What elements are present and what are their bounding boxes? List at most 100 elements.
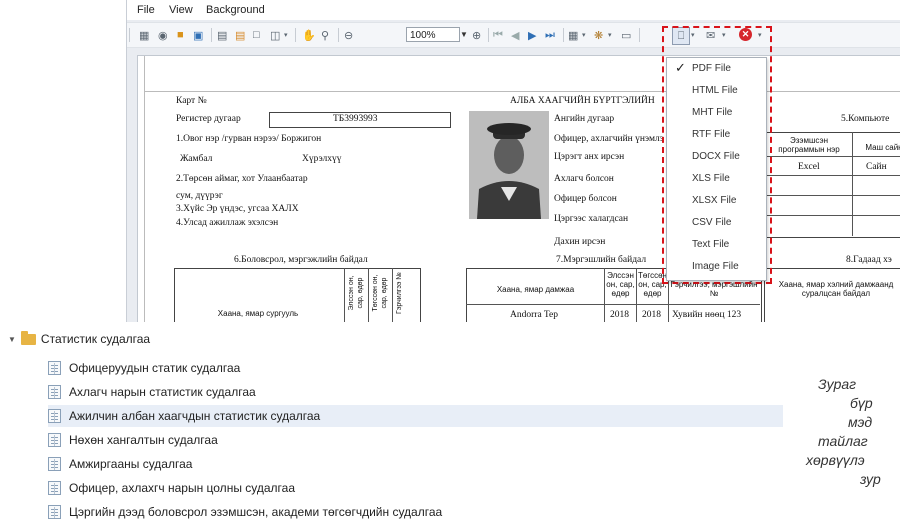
page-margin-line [144,91,900,92]
reenlisted-label: Дахин ирсэн [554,237,606,247]
education-col-cert: Гэрчилгээ № [396,272,403,314]
next-page-icon[interactable]: ▶ [528,27,536,43]
menu-file[interactable]: File [137,4,155,16]
career-cert-value: Хувийн нөөц 123 [672,310,742,320]
checkmark-icon: ✓ [675,60,686,75]
save-icon[interactable]: ▣ [193,27,203,43]
zoom-in-icon[interactable]: ⊕ [472,27,481,43]
tree-item-employees[interactable]: Ажилчин албан хаагчдын статистик судалга… [48,405,783,427]
export-rtf-item[interactable]: RTF File [692,127,730,143]
open-folder-icon[interactable]: ■ [177,27,184,43]
table-line [766,175,900,176]
export-html-item[interactable]: HTML File [692,83,738,99]
education-col-end: Төгссөн он, сар, өдөр [372,274,388,312]
export-image-item[interactable]: Image File [692,259,739,275]
career-col-place: Хаана, ямар дамжаа [496,285,575,294]
multi-page-icon[interactable]: ▦ [568,27,578,43]
zoom-dropdown-icon[interactable]: ▼ [460,30,468,39]
table-line [766,195,900,196]
register-label: Регистер дугаар [176,114,241,124]
scale-icon[interactable]: ◫ [270,27,280,43]
toolbar-separator [639,28,640,42]
education-col-school: Хаана, ямар сургууль [217,309,299,318]
tree-root-statistics[interactable]: ▼ Статистик судалгаа [8,330,150,346]
computer-col-excellent: Маш сайн [865,143,900,152]
toolbar-separator [211,28,212,42]
tree-item-living[interactable]: Амжиргааны судалгаа [48,453,783,475]
officer-photo-image [469,111,549,219]
father-name: Хүрэлхүү [302,154,342,164]
card-number-label: Карт № [176,96,207,106]
first-page-icon[interactable]: ⏮ [493,27,503,43]
export-text-item[interactable]: Text File [692,237,729,253]
quick-print-icon[interactable]: ▤ [235,27,245,43]
discharged-label: Цэргээс халагдсан [554,214,629,224]
menu-background[interactable]: Background [206,4,265,16]
report-viewer: File View Background ▦ ◉ ■ ▣ ▤ ▤ □ ◫ ▾ ✋… [126,0,900,322]
education-col-start: Элссэн он, сар, өдөр [348,275,364,311]
export-csv-item[interactable]: CSV File [692,215,731,231]
officer-label: Офицер болсон [554,194,617,204]
export-mht-item[interactable]: MHT File [692,105,732,121]
prev-page-icon[interactable]: ◀ [511,27,519,43]
export-xls-item[interactable]: XLS File [692,171,730,187]
given-name: Жамбал [180,154,213,164]
career-start-value: 2018 [610,310,629,320]
table-line [392,268,393,322]
page-color-icon[interactable]: ❋ [594,27,603,43]
last-page-icon[interactable]: ⏭ [545,27,555,43]
export-xlsx-item[interactable]: XLSX File [692,193,736,209]
page-setup-icon[interactable]: □ [253,27,260,43]
computer-program-value: Excel [798,162,820,172]
gender-line: 3.Хүйс Эр үндэс, угсаа ХАЛХ [176,204,299,214]
register-value: ТБ3993993 [333,114,378,124]
computer-col-program: Эзэмшсэн программын нэр [778,136,840,154]
folder-icon [20,330,36,345]
birth-line: 2.Төрсөн аймаг, хот Улаанбаатар [176,174,308,184]
menu-view[interactable]: View [169,4,193,16]
tree-item-recruitment[interactable]: Нөхөн хангалтын судалгаа [48,429,783,451]
export-docx-item[interactable]: DOCX File [692,149,740,165]
career-col-start: Элссэн он, сар, өдөр [606,271,635,298]
toolbar-separator [129,28,130,42]
hand-tool-icon[interactable]: ✋ [302,27,316,43]
binoculars-icon[interactable]: ◉ [158,27,168,43]
tree-item-academy[interactable]: Цэргийн дээд боловсрол эзэмшсэн, академи… [48,501,783,523]
toolbar: ▦ ◉ ■ ▣ ▤ ▤ □ ◫ ▾ ✋ ⚲ ⊖ 100% ▼ ⊕ ⏮ ◀ ▶ ⏭… [127,22,900,48]
watermark-icon[interactable]: ▭ [621,27,631,43]
page-color-dropdown-icon[interactable]: ▾ [608,27,612,43]
toc-icon[interactable]: ▦ [139,27,149,43]
tree-item-ranks[interactable]: Офицер, ахлахгч нарын цолны судалгаа [48,477,783,499]
document-title: АЛБА ХААГЧИЙН БҮРТГЭЛИЙН [510,96,655,106]
figure-caption: Зураг бүр мэд тайлаг хөрвүүлэ зур [806,375,900,489]
magnifier-icon[interactable]: ⚲ [321,27,329,43]
career-end-value: 2018 [642,310,661,320]
tree-item-label: Нөхөн хангалтын судалгаа [69,433,218,447]
soum-label: сум, дүүрэг [176,191,223,201]
caption-line: Зураг [818,376,857,392]
menu-bar: File View Background [127,0,900,20]
computer-level-value: Сайн [866,162,887,172]
table-line [766,215,900,216]
collapse-arrow-icon[interactable]: ▼ [8,335,16,344]
report-page: Карт № АЛБА ХААГЧИЙН БҮРТГЭЛИЙН Регистер… [137,55,900,322]
officer-id-label: Офицер, ахлагчийн үнэмлэ [554,134,664,144]
name-line: 1.Овог нэр /гурван нэрээ/ Боржигон [176,134,322,144]
education-heading: 6.Боловсрол, мэргэжлийн байдал [234,255,368,265]
caption-line: мэд [848,414,873,430]
zoom-select[interactable]: 100% [406,27,460,42]
toolbar-separator [488,28,489,42]
career-place-value: Andorra Tep [510,310,558,320]
table-line [466,304,760,305]
officer-photo [469,111,549,219]
table-line [368,268,369,322]
export-pdf-item[interactable]: PDF File [692,61,731,77]
print-icon[interactable]: ▤ [217,27,227,43]
zoom-out-icon[interactable]: ⊖ [344,27,353,43]
scale-dropdown-icon[interactable]: ▾ [284,27,288,43]
export-dropdown-menu: ✓ PDF File HTML File MHT File RTF File D… [666,57,767,281]
tree-item-label: Ахлагч нарын статистик судалгаа [69,385,256,399]
multi-page-dropdown-icon[interactable]: ▾ [582,27,586,43]
tree-item-sergeants[interactable]: Ахлагч нарын статистик судалгаа [48,381,783,403]
tree-item-officers[interactable]: Офицеруудын статик судалгаа [48,357,783,379]
